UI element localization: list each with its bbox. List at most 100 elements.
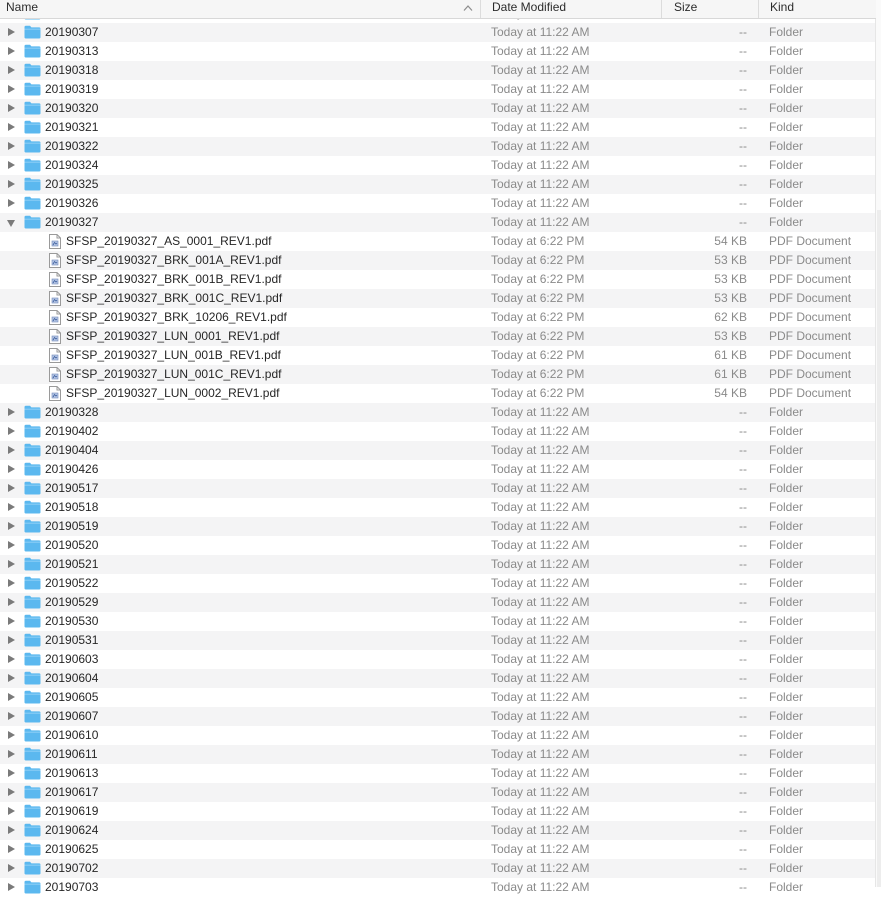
folder-row[interactable]: 20190319 Today at 11:22 AM -- Folder xyxy=(0,80,876,99)
disclosure-triangle-closed-icon[interactable] xyxy=(8,47,15,55)
item-size: 53 KB xyxy=(714,272,747,286)
file-row[interactable]: SFSP_20190327_LUN_0002_REV1.pdf Today at … xyxy=(0,384,876,403)
disclosure-triangle-closed-icon[interactable] xyxy=(8,807,15,815)
folder-row[interactable]: 20190327 Today at 11:22 AM -- Folder xyxy=(0,213,876,232)
folder-icon xyxy=(24,120,41,134)
disclosure-triangle-closed-icon[interactable] xyxy=(8,427,15,435)
folder-row[interactable]: 20190320 Today at 11:22 AM -- Folder xyxy=(0,99,876,118)
file-row[interactable]: SFSP_20190327_BRK_001B_REV1.pdf Today at … xyxy=(0,270,876,289)
disclosure-triangle-closed-icon[interactable] xyxy=(8,541,15,549)
file-row[interactable]: SFSP_20190327_AS_0001_REV1.pdf Today at 6… xyxy=(0,232,876,251)
folder-row[interactable]: 20190313 Today at 11:22 AM -- Folder xyxy=(0,42,876,61)
folder-row[interactable]: 20190426 Today at 11:22 AM -- Folder xyxy=(0,460,876,479)
folder-row[interactable]: 20190619 Today at 11:22 AM -- Folder xyxy=(0,802,876,821)
disclosure-triangle-closed-icon[interactable] xyxy=(8,655,15,663)
folder-row[interactable]: 20190611 Today at 11:22 AM -- Folder xyxy=(0,745,876,764)
disclosure-triangle-closed-icon[interactable] xyxy=(8,408,15,416)
disclosure-triangle-closed-icon[interactable] xyxy=(8,142,15,150)
folder-row[interactable]: 20190522 Today at 11:22 AM -- Folder xyxy=(0,574,876,593)
file-row[interactable]: SFSP_20190327_LUN_001B_REV1.pdf Today at … xyxy=(0,346,876,365)
item-date-modified: Today at 6:22 PM xyxy=(491,329,585,343)
folder-row[interactable]: 20190613 Today at 11:22 AM -- Folder xyxy=(0,764,876,783)
disclosure-triangle-open-icon[interactable] xyxy=(7,220,15,227)
folder-row[interactable]: 20190530 Today at 11:22 AM -- Folder xyxy=(0,612,876,631)
folder-row[interactable]: 20190521 Today at 11:22 AM -- Folder xyxy=(0,555,876,574)
item-date-modified: Today at 11:22 AM xyxy=(491,82,590,96)
disclosure-triangle-closed-icon[interactable] xyxy=(8,522,15,530)
folder-row[interactable]: 20190703 Today at 11:22 AM -- Folder xyxy=(0,878,876,897)
file-row[interactable]: SFSP_20190327_LUN_001C_REV1.pdf Today at … xyxy=(0,365,876,384)
folder-row[interactable]: 20190318 Today at 11:22 AM -- Folder xyxy=(0,61,876,80)
disclosure-triangle-closed-icon[interactable] xyxy=(8,883,15,891)
file-row[interactable]: SFSP_20190327_BRK_001C_REV1.pdf Today at … xyxy=(0,289,876,308)
folder-row[interactable]: 20190328 Today at 11:22 AM -- Folder xyxy=(0,403,876,422)
scrollbar-thumb[interactable] xyxy=(877,210,881,887)
folder-row[interactable]: 20190529 Today at 11:22 AM -- Folder xyxy=(0,593,876,612)
folder-row[interactable]: 20190325 Today at 11:22 AM -- Folder xyxy=(0,175,876,194)
folder-row[interactable]: 20190326 Today at 11:22 AM -- Folder xyxy=(0,194,876,213)
folder-row[interactable]: 20190321 Today at 11:22 AM -- Folder xyxy=(0,118,876,137)
disclosure-triangle-closed-icon[interactable] xyxy=(8,674,15,682)
disclosure-triangle-closed-icon[interactable] xyxy=(8,712,15,720)
item-name: 20190522 xyxy=(45,576,99,590)
disclosure-triangle-closed-icon[interactable] xyxy=(8,598,15,606)
disclosure-triangle-closed-icon[interactable] xyxy=(8,560,15,568)
disclosure-triangle-closed-icon[interactable] xyxy=(8,693,15,701)
disclosure-triangle-closed-icon[interactable] xyxy=(8,769,15,777)
disclosure-triangle-closed-icon[interactable] xyxy=(8,503,15,511)
folder-row[interactable]: 20190603 Today at 11:22 AM -- Folder xyxy=(0,650,876,669)
folder-row[interactable]: 20190402 Today at 11:22 AM -- Folder xyxy=(0,422,876,441)
item-name: 20190617 xyxy=(45,785,99,799)
disclosure-triangle-closed-icon[interactable] xyxy=(8,636,15,644)
item-name: SFSP_20190327_BRK_001A_REV1.pdf xyxy=(66,253,282,267)
item-name: 20190521 xyxy=(45,557,99,571)
folder-row[interactable]: 20190520 Today at 11:22 AM -- Folder xyxy=(0,536,876,555)
disclosure-triangle-closed-icon[interactable] xyxy=(8,85,15,93)
disclosure-triangle-closed-icon[interactable] xyxy=(8,446,15,454)
disclosure-triangle-closed-icon[interactable] xyxy=(8,161,15,169)
disclosure-triangle-closed-icon[interactable] xyxy=(8,750,15,758)
folder-row[interactable]: 20190531 Today at 11:22 AM -- Folder xyxy=(0,631,876,650)
folder-row[interactable]: 20190604 Today at 11:22 AM -- Folder xyxy=(0,669,876,688)
disclosure-triangle-closed-icon[interactable] xyxy=(8,28,15,36)
disclosure-triangle-closed-icon[interactable] xyxy=(8,579,15,587)
column-header-kind[interactable]: Kind xyxy=(759,0,876,18)
disclosure-triangle-closed-icon[interactable] xyxy=(8,731,15,739)
folder-row[interactable]: 20190610 Today at 11:22 AM -- Folder xyxy=(0,726,876,745)
column-header-name[interactable]: Name xyxy=(0,0,481,18)
vertical-scrollbar[interactable] xyxy=(875,0,881,887)
folder-row[interactable]: 20190624 Today at 11:22 AM -- Folder xyxy=(0,821,876,840)
disclosure-triangle-closed-icon[interactable] xyxy=(8,788,15,796)
folder-row[interactable]: 20190517 Today at 11:22 AM -- Folder xyxy=(0,479,876,498)
item-kind: Folder xyxy=(769,538,804,552)
folder-row[interactable]: 20190702 Today at 11:22 AM -- Folder xyxy=(0,859,876,878)
folder-row[interactable]: 20190307 Today at 11:22 AM -- Folder xyxy=(0,23,876,42)
disclosure-triangle-closed-icon[interactable] xyxy=(8,199,15,207)
item-size: -- xyxy=(739,557,747,571)
disclosure-triangle-closed-icon[interactable] xyxy=(8,845,15,853)
folder-row[interactable]: 20190607 Today at 11:22 AM -- Folder xyxy=(0,707,876,726)
file-row[interactable]: SFSP_20190327_BRK_001A_REV1.pdf Today at … xyxy=(0,251,876,270)
disclosure-triangle-closed-icon[interactable] xyxy=(8,617,15,625)
folder-row[interactable]: 20190518 Today at 11:22 AM -- Folder xyxy=(0,498,876,517)
folder-row[interactable]: 20190404 Today at 11:22 AM -- Folder xyxy=(0,441,876,460)
disclosure-triangle-closed-icon[interactable] xyxy=(8,180,15,188)
file-row[interactable]: SFSP_20190327_BRK_10206_REV1.pdf Today at… xyxy=(0,308,876,327)
file-row[interactable]: SFSP_20190327_LUN_0001_REV1.pdf Today at … xyxy=(0,327,876,346)
disclosure-triangle-closed-icon[interactable] xyxy=(8,826,15,834)
disclosure-triangle-closed-icon[interactable] xyxy=(8,484,15,492)
disclosure-triangle-closed-icon[interactable] xyxy=(8,465,15,473)
folder-row[interactable]: 20190617 Today at 11:22 AM -- Folder xyxy=(0,783,876,802)
column-header-size[interactable]: Size xyxy=(662,0,759,18)
column-header-date-modified[interactable]: Date Modified xyxy=(481,0,662,18)
disclosure-triangle-closed-icon[interactable] xyxy=(8,66,15,74)
folder-row[interactable]: 20190322 Today at 11:22 AM -- Folder xyxy=(0,137,876,156)
folder-row[interactable]: 20190324 Today at 11:22 AM -- Folder xyxy=(0,156,876,175)
chevron-up-icon[interactable] xyxy=(463,4,473,12)
folder-row[interactable]: 20190519 Today at 11:22 AM -- Folder xyxy=(0,517,876,536)
folder-row[interactable]: 20190625 Today at 11:22 AM -- Folder xyxy=(0,840,876,859)
disclosure-triangle-closed-icon[interactable] xyxy=(8,864,15,872)
disclosure-triangle-closed-icon[interactable] xyxy=(8,104,15,112)
disclosure-triangle-closed-icon[interactable] xyxy=(8,123,15,131)
folder-row[interactable]: 20190605 Today at 11:22 AM -- Folder xyxy=(0,688,876,707)
